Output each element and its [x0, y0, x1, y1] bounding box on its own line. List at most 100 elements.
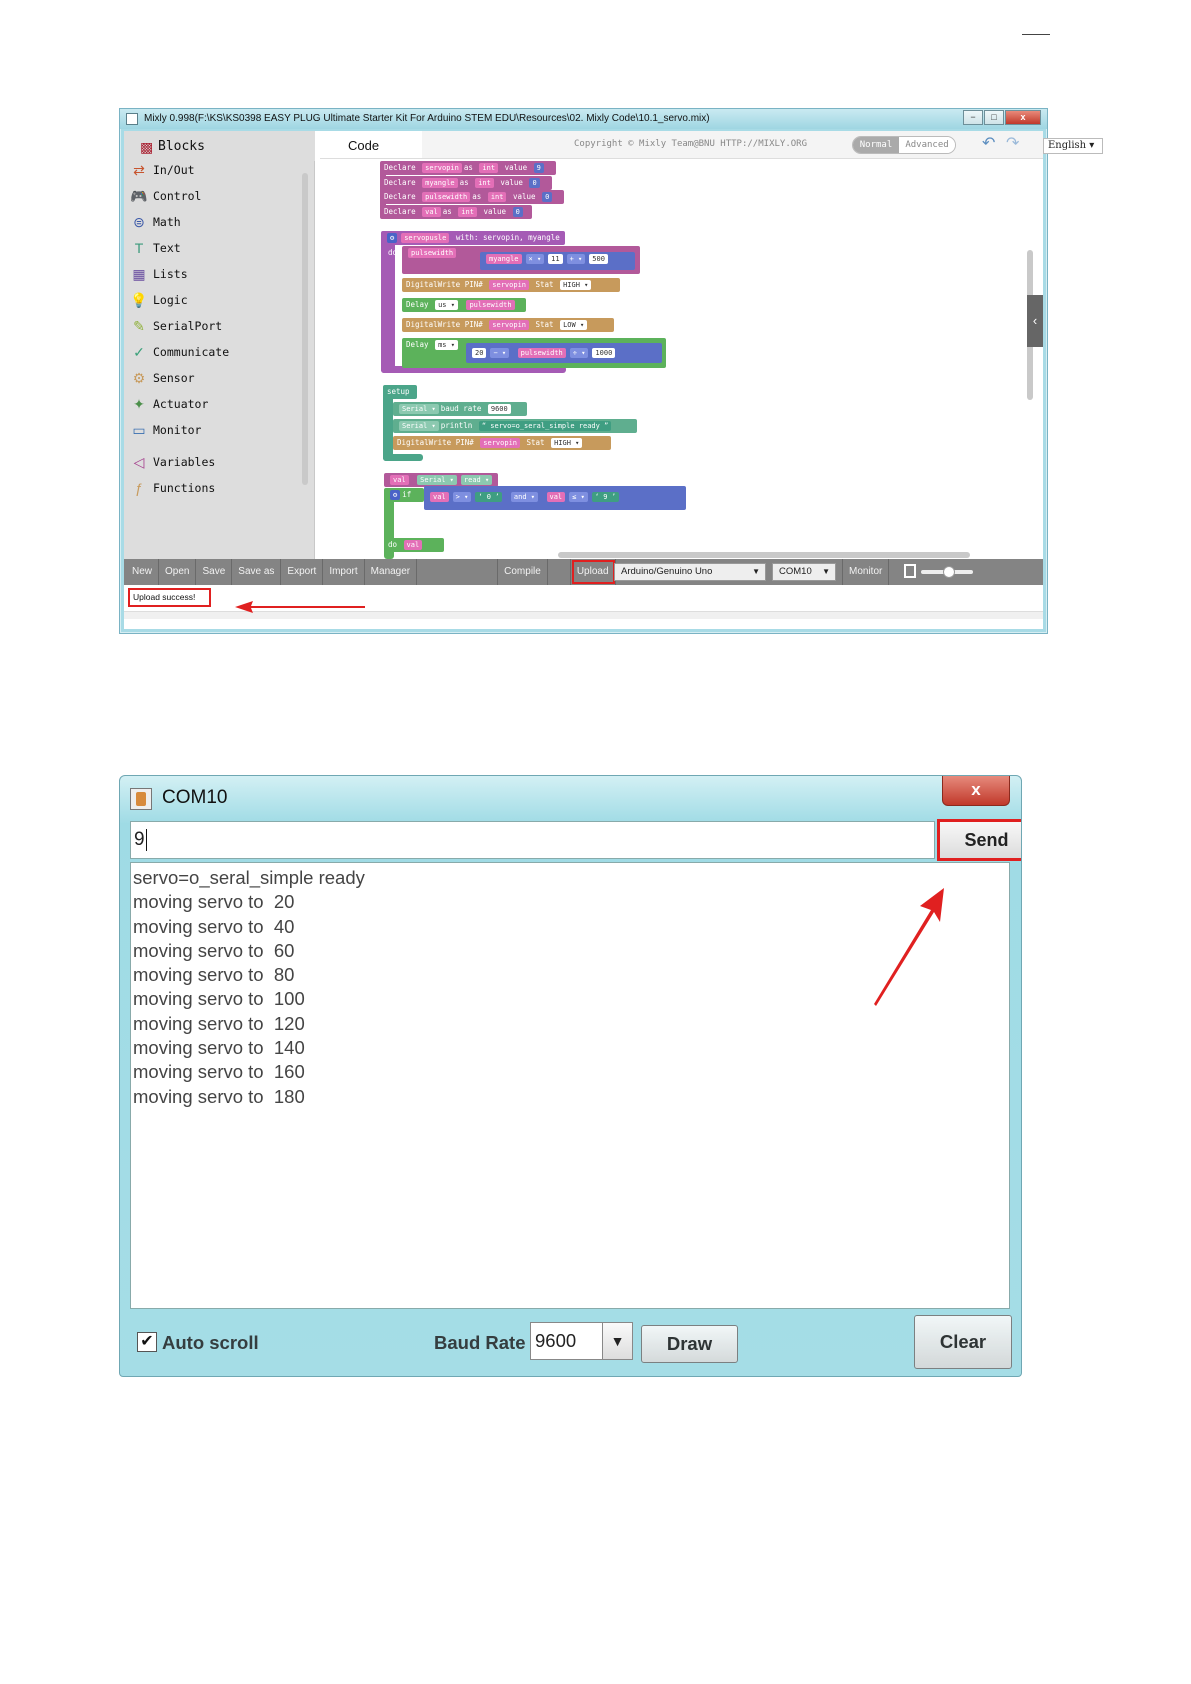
draw-button[interactable]: Draw — [641, 1325, 738, 1363]
if-condition-block[interactable]: val > ▾ ‘ 0 ’ and ▾ val ≤ ▾ ‘ 9 ’ — [424, 486, 686, 510]
serial-begin-block[interactable]: Serial ▾ baud rate 9600 — [393, 402, 527, 416]
maximize-button[interactable]: □ — [984, 110, 1004, 125]
language-select[interactable]: English ▾ — [1043, 138, 1103, 154]
baud-rate-select[interactable]: 9600 ▼ — [530, 1322, 633, 1360]
clear-button[interactable]: Clear — [914, 1315, 1012, 1369]
import-button[interactable]: Import — [323, 559, 365, 585]
export-button[interactable]: Export — [281, 559, 324, 585]
declare-value: 0 — [542, 192, 553, 202]
function-header-block[interactable]: ⚙ servopusle with: servopin, myangle — [381, 231, 565, 245]
mode-toggle[interactable]: Normal Advanced — [852, 136, 956, 154]
sidebar-item-math[interactable]: ⊜ Math — [130, 212, 300, 232]
high-select-2[interactable]: HIGH ▾ — [551, 438, 583, 448]
collapse-panel-chevron-icon[interactable]: ‹ — [1027, 295, 1043, 347]
sidebar-item-control[interactable]: 🎮 Control — [130, 186, 300, 206]
serial-monitor-title: COM10 — [162, 787, 228, 808]
read-select[interactable]: read ▾ — [460, 475, 493, 485]
high-select-1[interactable]: HIGH ▾ — [560, 280, 592, 290]
sidebar-item-label: Logic — [153, 293, 188, 307]
mixly-window-title: Mixly 0.998(F:\KS\KS0398 EASY PLUG Ultim… — [144, 113, 710, 124]
digitalwrite-low-block[interactable]: DigitalWrite PIN# servopin Stat LOW ▾ — [402, 318, 614, 332]
workspace-horizontal-scrollbar[interactable] — [558, 552, 970, 558]
auto-scroll-checkbox[interactable]: ✔ — [137, 1332, 157, 1352]
mixly-titlebar[interactable]: Mixly 0.998(F:\KS\KS0398 EASY PLUG Ultim… — [120, 109, 1047, 129]
sidebar-scrollbar[interactable] — [302, 173, 308, 485]
sidebar-item-communicate[interactable]: ✓ Communicate — [130, 342, 300, 362]
open-button[interactable]: Open — [159, 559, 197, 585]
val-read-block[interactable]: val Serial ▾ read ▾ — [384, 473, 498, 487]
declare-type[interactable]: int — [458, 206, 477, 217]
compile-button[interactable]: Compile — [497, 559, 548, 585]
serial-select-3[interactable]: Serial ▾ — [417, 475, 457, 485]
text-cursor — [145, 828, 147, 851]
quote-open: “ — [481, 422, 487, 430]
us-select[interactable]: us ▾ — [435, 300, 458, 310]
sidebar-item-logic[interactable]: 💡 Logic — [130, 290, 300, 310]
zoom-slider-knob[interactable] — [943, 566, 955, 578]
sidebar-item-label: Variables — [153, 455, 216, 469]
function-do-label: do — [388, 248, 398, 257]
val-var-4: val — [403, 540, 423, 550]
manager-button[interactable]: Manager — [365, 559, 418, 585]
sidebar-item-text[interactable]: T Text — [130, 238, 300, 258]
undo-icon[interactable]: ↶ — [982, 133, 995, 153]
setup-digitalwrite-block[interactable]: DigitalWrite PIN# servopin Stat HIGH ▾ — [393, 436, 611, 450]
monitor-button[interactable]: Monitor — [842, 559, 890, 585]
declare-block[interactable]: Declare myangle as int value 0 — [380, 175, 552, 190]
digitalwrite-high-block[interactable]: DigitalWrite PIN# servopin Stat HIGH ▾ — [402, 278, 620, 292]
mul-op: × ▾ — [525, 254, 545, 264]
serial-select-1[interactable]: Serial ▾ — [399, 404, 439, 414]
low-select[interactable]: LOW ▾ — [560, 320, 588, 330]
close-button[interactable]: x — [1005, 110, 1041, 125]
if-label-block[interactable]: ⚙ if — [384, 488, 424, 502]
declare-type[interactable]: int — [487, 192, 507, 202]
if-do-block[interactable]: do val — [384, 538, 444, 552]
serial-println-block[interactable]: Serial ▾ println “ servo=o_seral_simple r… — [393, 419, 637, 433]
redo-icon[interactable]: ↷ — [1006, 133, 1019, 153]
mode-advanced[interactable]: Advanced — [899, 137, 955, 153]
sidebar-item-serialport[interactable]: ✎ SerialPort — [130, 316, 300, 336]
board-select[interactable]: Arduino/Genuino Uno ▼ — [614, 563, 766, 581]
declare-type[interactable]: int — [475, 177, 494, 188]
if-gear-icon: ⚙ — [390, 490, 401, 500]
sidebar-item-actuator[interactable]: ✦ Actuator — [130, 394, 300, 414]
blocks-header[interactable]: ▩ Blocks — [124, 131, 315, 161]
serial-monitor-close-button[interactable]: x — [942, 776, 1010, 806]
zoom-slider[interactable] — [921, 566, 973, 578]
serial-output-line: moving servo to 120 — [133, 1012, 305, 1034]
serial-select-2[interactable]: Serial ▾ — [399, 421, 439, 431]
digitalwrite-label-1: DigitalWrite PIN# — [406, 280, 483, 289]
declare-block[interactable]: Declare servopin as int value 9 — [380, 161, 556, 175]
ms-select[interactable]: ms ▾ — [435, 340, 458, 350]
sidebar-item-variables[interactable]: ◁ Variables — [130, 452, 300, 472]
new-button[interactable]: New — [124, 559, 160, 585]
declare-type[interactable]: int — [479, 163, 499, 173]
declare-block[interactable]: Declare val as int value 0 — [380, 204, 532, 219]
sidebar-item-functions[interactable]: ƒ Functions — [130, 478, 300, 498]
serial-send-input[interactable]: 9 — [130, 821, 935, 859]
arith-block[interactable]: myangle × ▾ 11 + ▾ 500 — [480, 252, 635, 270]
sidebar-item-in/out[interactable]: ⇄ In/Out — [130, 160, 300, 180]
ready-string-text: servo=o_seral_simple ready — [490, 422, 600, 430]
sidebar-item-monitor[interactable]: ▭ Monitor — [130, 420, 300, 440]
delay-arith-block[interactable]: 20− ▾ pulsewidth ÷ ▾ 1000 — [466, 343, 662, 363]
tab-code[interactable]: Code — [320, 131, 422, 159]
declare-block[interactable]: Declare pulsewidth as int value 0 — [380, 190, 564, 204]
save-button[interactable]: Save — [196, 559, 233, 585]
sidebar-item-lists[interactable]: ▦ Lists — [130, 264, 300, 284]
baud-chevron-down-icon[interactable]: ▼ — [602, 1323, 632, 1359]
serial-monitor-footer: ✔ Auto scroll Baud Rate 9600 ▼ Draw Clear — [120, 1309, 1021, 1376]
save-as-button[interactable]: Save as — [232, 559, 282, 585]
send-button[interactable]: Send — [937, 819, 1021, 861]
declare-value-kw: value — [500, 177, 523, 187]
blockly-workspace[interactable]: Declare servopin as int value 9 Declare my… — [320, 160, 1043, 559]
tab-code-label: Code — [348, 138, 380, 153]
setup-header-block[interactable]: setup — [383, 385, 417, 399]
chip-icon[interactable] — [904, 564, 916, 578]
mode-normal[interactable]: Normal — [853, 137, 899, 153]
port-select[interactable]: COM10 ▼ — [772, 563, 836, 581]
minimize-button[interactable]: − — [963, 110, 983, 125]
sidebar-item-sensor[interactable]: ⚙ Sensor — [130, 368, 300, 388]
delay-us-block[interactable]: Delay us ▾ pulsewidth — [402, 298, 526, 312]
upload-button[interactable]: Upload — [571, 559, 616, 585]
